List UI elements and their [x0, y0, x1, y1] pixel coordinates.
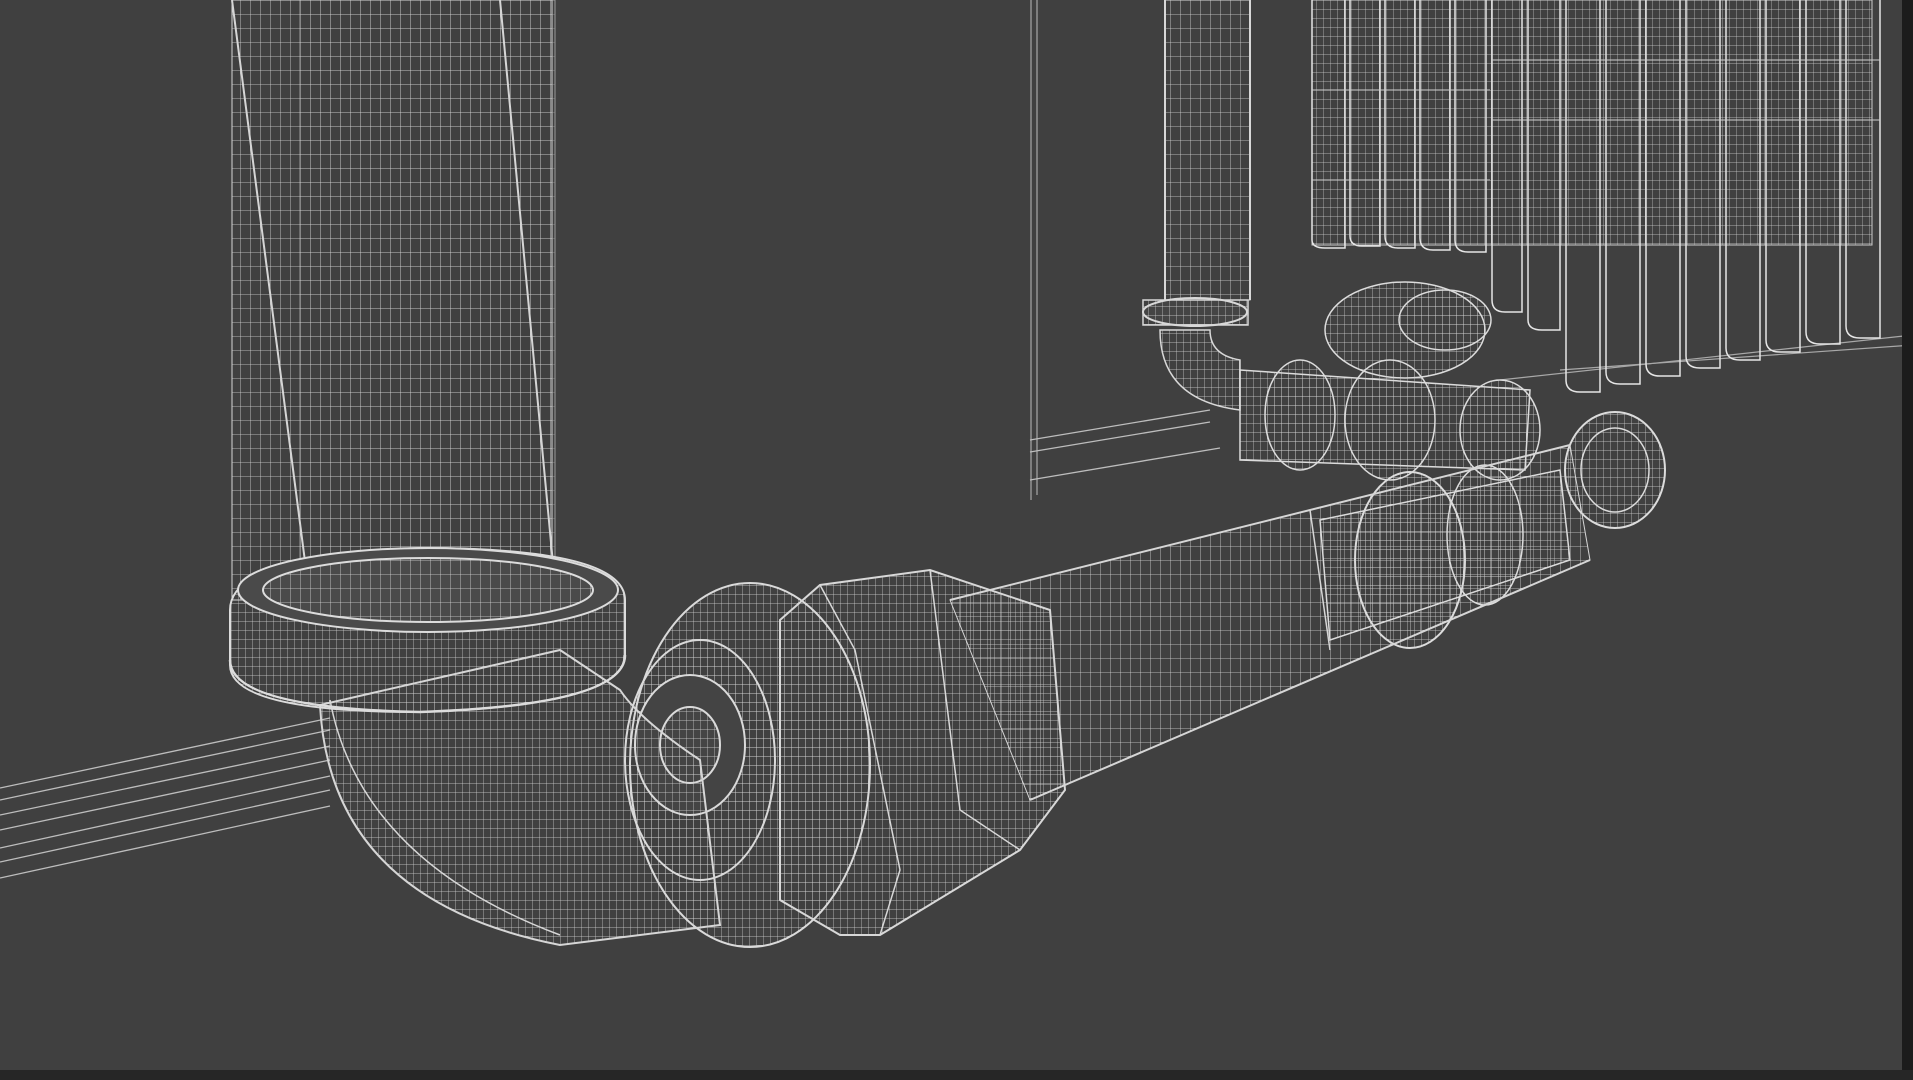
- pipe-collar: [228, 546, 627, 714]
- viewport-border-bottom: [0, 1070, 1913, 1080]
- viewport-border-right: [1902, 0, 1913, 1080]
- vertical-pipe-left: [231, 0, 556, 611]
- wireframe-render[interactable]: [0, 0, 1913, 1080]
- 3d-viewport[interactable]: [0, 0, 1913, 1080]
